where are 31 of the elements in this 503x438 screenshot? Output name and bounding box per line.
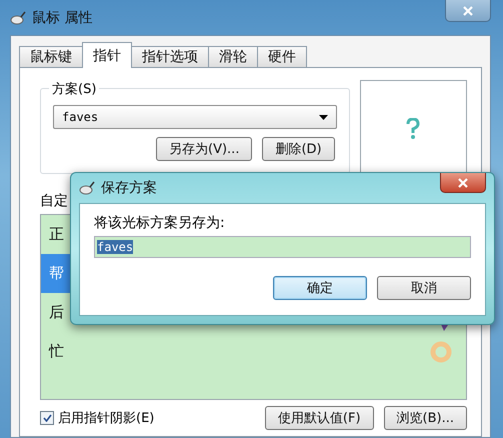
tab[interactable]: 滑轮 bbox=[208, 46, 258, 68]
window-title: 鼠标 属性 bbox=[32, 8, 92, 26]
scheme-button[interactable]: 另存为(V)... bbox=[156, 137, 252, 161]
close-button[interactable] bbox=[440, 173, 486, 193]
close-icon bbox=[463, 6, 473, 16]
tab[interactable]: 指针 bbox=[82, 42, 132, 68]
dropdown-arrow-icon bbox=[318, 114, 328, 120]
dialog-button[interactable]: 确定 bbox=[273, 276, 367, 300]
tab[interactable]: 鼠标键 bbox=[19, 46, 83, 68]
mouse-icon bbox=[79, 181, 95, 195]
close-icon bbox=[458, 178, 468, 188]
ring-icon bbox=[430, 340, 452, 362]
cursor-row[interactable]: 忙 bbox=[41, 332, 466, 371]
checkbox[interactable] bbox=[40, 411, 54, 425]
prompt-text: 将该光标方案另存为: bbox=[94, 214, 226, 232]
shadow-checkbox[interactable]: 启用指针阴影(E) bbox=[40, 409, 154, 427]
cursor-button[interactable]: 浏览(B)... bbox=[384, 406, 467, 430]
mouse-icon bbox=[10, 10, 26, 24]
dialog-button[interactable]: 取消 bbox=[377, 276, 471, 300]
input-field[interactable]: faves bbox=[94, 236, 471, 258]
tab[interactable]: 指针选项 bbox=[131, 46, 209, 68]
checkbox-label: 启用指针阴影(E) bbox=[58, 410, 154, 427]
scheme-button[interactable]: 删除(D) bbox=[262, 137, 335, 161]
custom-label: 自定 bbox=[40, 192, 69, 210]
dialog-title: 保存方案 bbox=[101, 179, 157, 197]
close-button[interactable] bbox=[445, 0, 491, 22]
group-label: 方案(S) bbox=[49, 80, 100, 98]
scheme-dropdown[interactable]: faves bbox=[53, 105, 337, 129]
question-mark-icon bbox=[406, 118, 420, 140]
tab[interactable]: 硬件 bbox=[257, 46, 307, 68]
cursor-button[interactable]: 使用默认值(F) bbox=[264, 406, 374, 430]
